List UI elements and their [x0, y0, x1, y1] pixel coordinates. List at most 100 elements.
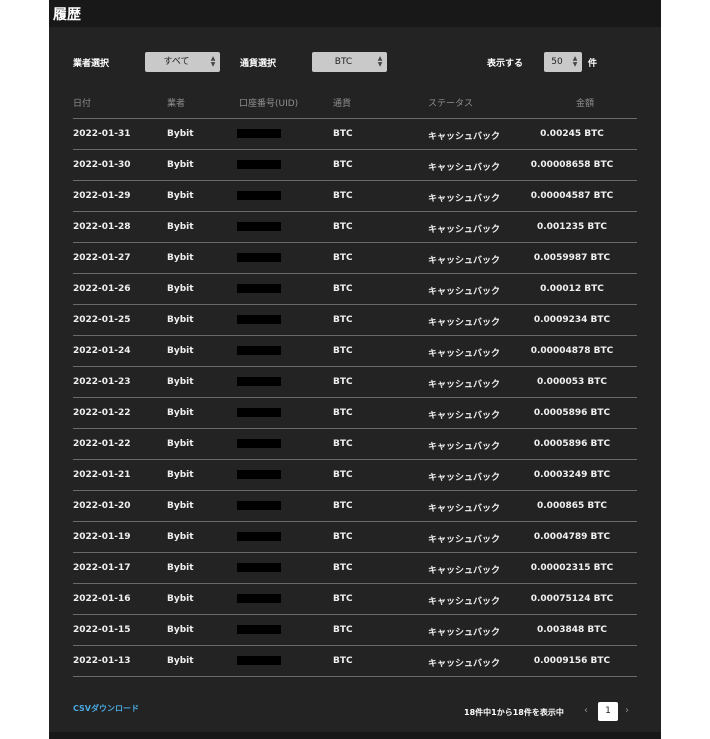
cell-currency: BTC	[333, 501, 353, 511]
cell-status: キャッシュバック	[428, 473, 501, 483]
cell-status: キャッシュバック	[428, 597, 501, 607]
cell-vendor: Bybit	[167, 656, 194, 666]
cell-currency: BTC	[333, 222, 353, 232]
title-bar: 履歴	[49, 0, 661, 27]
table-row: 2022-01-15 Bybit BTC キャッシュバック 0.003848 BTC	[73, 614, 637, 645]
table-row: 2022-01-25 Bybit BTC キャッシュバック 0.0009234 BTC	[73, 304, 637, 335]
cell-amount: 0.0059987 BTC	[533, 253, 611, 263]
cell-amount: 0.000865 BTC	[537, 501, 607, 511]
table-row: 2022-01-20 Bybit BTC キャッシュバック 0.000865 BTC	[73, 490, 637, 521]
currency-select-label: 通貨選択	[240, 59, 277, 69]
currency-select[interactable]: BTC ▲ ▼	[312, 52, 387, 72]
header-vendor: 業者	[167, 99, 186, 109]
cell-uid-redacted	[237, 222, 281, 231]
cell-date: 2022-01-15	[73, 625, 131, 635]
cell-status: キャッシュバック	[428, 349, 501, 359]
cell-vendor: Bybit	[167, 253, 194, 263]
cell-amount: 0.00002315 BTC	[530, 563, 614, 573]
cell-date: 2022-01-27	[73, 253, 131, 263]
show-count-unit: 件	[588, 59, 598, 69]
prev-page-icon[interactable]: ‹	[584, 705, 588, 716]
vendor-select[interactable]: すべて ▲ ▼	[145, 52, 220, 72]
cell-date: 2022-01-23	[73, 377, 131, 387]
cell-currency: BTC	[333, 408, 353, 418]
table-row: 2022-01-26 Bybit BTC キャッシュバック 0.00012 BTC	[73, 273, 637, 304]
cell-amount: 0.00012 BTC	[540, 284, 604, 294]
cell-date: 2022-01-22	[73, 408, 131, 418]
cell-date: 2022-01-13	[73, 656, 131, 666]
cell-uid-redacted	[237, 408, 281, 417]
vendor-select-value: すべて	[163, 57, 190, 67]
vendor-select-label: 業者選択	[73, 59, 110, 69]
cell-date: 2022-01-16	[73, 594, 131, 604]
cell-amount: 0.000053 BTC	[537, 377, 607, 387]
next-page-icon[interactable]: ›	[625, 705, 629, 716]
cell-currency: BTC	[333, 284, 353, 294]
cell-vendor: Bybit	[167, 439, 194, 449]
show-count-select[interactable]: 50 ▲ ▼	[544, 52, 582, 72]
cell-date: 2022-01-21	[73, 470, 131, 480]
table-row: 2022-01-29 Bybit BTC キャッシュバック 0.00004587 BTC	[73, 180, 637, 211]
cell-uid-redacted	[237, 160, 281, 169]
cell-status: キャッシュバック	[428, 411, 501, 421]
cell-uid-redacted	[237, 470, 281, 479]
cell-currency: BTC	[333, 656, 353, 666]
table-row: 2022-01-31 Bybit BTC キャッシュバック 0.00245 BTC	[73, 118, 637, 149]
select-arrows-icon: ▲ ▼	[210, 55, 216, 68]
cell-currency: BTC	[333, 315, 353, 325]
pagination-info: 18件中1から18件を表示中	[464, 708, 564, 717]
cell-vendor: Bybit	[167, 222, 194, 232]
table-row: 2022-01-13 Bybit BTC キャッシュバック 0.0009156 BTC	[73, 645, 637, 677]
cell-vendor: Bybit	[167, 563, 194, 573]
header-uid: 口座番号(UID)	[239, 99, 299, 109]
cell-currency: BTC	[333, 191, 353, 201]
cell-date: 2022-01-31	[73, 129, 131, 139]
cell-uid-redacted	[237, 346, 281, 355]
cell-date: 2022-01-25	[73, 315, 131, 325]
table-row: 2022-01-30 Bybit BTC キャッシュバック 0.00008658 BTC	[73, 149, 637, 180]
cell-uid-redacted	[237, 594, 281, 603]
page-title: 履歴	[53, 7, 81, 23]
select-arrows-icon: ▲ ▼	[572, 55, 578, 68]
cell-date: 2022-01-30	[73, 160, 131, 170]
cell-vendor: Bybit	[167, 594, 194, 604]
cell-date: 2022-01-28	[73, 222, 131, 232]
cell-status: キャッシュバック	[428, 628, 501, 638]
cell-uid-redacted	[237, 625, 281, 634]
history-table-body: 2022-01-31 Bybit BTC キャッシュバック 0.00245 BTC 20…	[73, 118, 637, 677]
cell-date: 2022-01-20	[73, 501, 131, 511]
cell-amount: 0.003848 BTC	[537, 625, 607, 635]
cell-date: 2022-01-24	[73, 346, 131, 356]
currency-select-value: BTC	[334, 57, 353, 67]
table-row: 2022-01-21 Bybit BTC キャッシュバック 0.0003249 BTC	[73, 459, 637, 490]
cell-status: キャッシュバック	[428, 659, 501, 669]
cell-amount: 0.00004587 BTC	[530, 191, 614, 201]
cell-currency: BTC	[333, 160, 353, 170]
history-panel: 履歴 業者選択 すべて ▲ ▼ 通貨選択 BTC ▲ ▼ 表示する 50 ▲ ▼ 件 …	[49, 0, 661, 739]
table-row: 2022-01-22 Bybit BTC キャッシュバック 0.0005896 BTC	[73, 397, 637, 428]
cell-amount: 0.0009156 BTC	[533, 656, 611, 666]
cell-currency: BTC	[333, 346, 353, 356]
cell-vendor: Bybit	[167, 129, 194, 139]
table-row: 2022-01-28 Bybit BTC キャッシュバック 0.001235 BTC	[73, 211, 637, 242]
table-row: 2022-01-23 Bybit BTC キャッシュバック 0.000053 BTC	[73, 366, 637, 397]
cell-amount: 0.00008658 BTC	[530, 160, 614, 170]
table-row: 2022-01-27 Bybit BTC キャッシュバック 0.0059987 BTC	[73, 242, 637, 273]
csv-download-link[interactable]: CSVダウンロード	[73, 703, 139, 714]
cell-uid-redacted	[237, 284, 281, 293]
show-count-label: 表示する	[487, 59, 524, 69]
cell-amount: 0.0005896 BTC	[533, 408, 611, 418]
cell-uid-redacted	[237, 656, 281, 665]
cell-status: キャッシュバック	[428, 256, 501, 266]
header-amount: 金額	[576, 99, 595, 109]
cell-vendor: Bybit	[167, 625, 194, 635]
show-count-value: 50	[551, 57, 563, 67]
cell-vendor: Bybit	[167, 408, 194, 418]
cell-currency: BTC	[333, 439, 353, 449]
cell-currency: BTC	[333, 253, 353, 263]
page-1-button[interactable]: 1	[598, 702, 618, 721]
cell-amount: 0.00075124 BTC	[530, 594, 614, 604]
table-row: 2022-01-17 Bybit BTC キャッシュバック 0.00002315 BTC	[73, 552, 637, 583]
cell-vendor: Bybit	[167, 470, 194, 480]
cell-status: キャッシュバック	[428, 380, 501, 390]
